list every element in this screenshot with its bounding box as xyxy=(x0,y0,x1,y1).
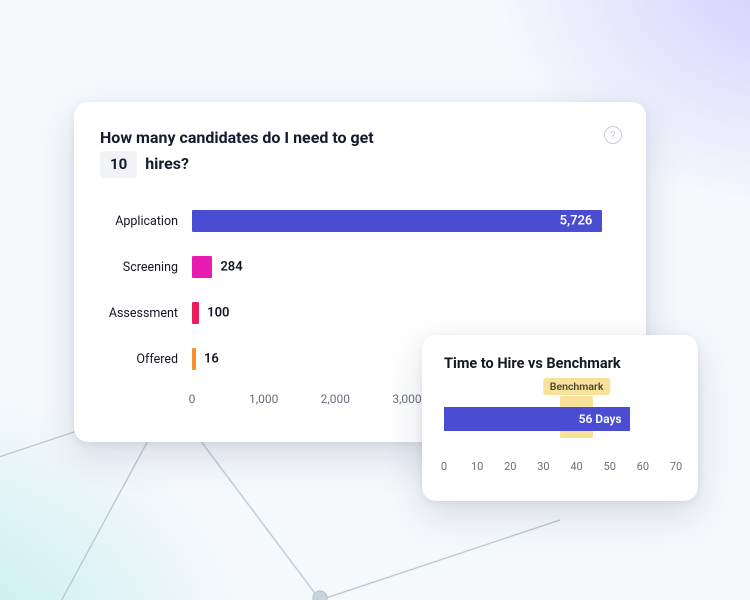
funnel-row: Screening 284 xyxy=(100,244,620,290)
axis-tick: 60 xyxy=(637,460,649,473)
funnel-bar xyxy=(192,302,199,324)
axis-tick: 0 xyxy=(441,460,447,473)
hires-count-input[interactable]: 10 xyxy=(100,151,137,178)
help-icon[interactable]: ? xyxy=(604,126,622,144)
axis-tick: 3,000 xyxy=(392,392,421,406)
funnel-row: Assessment 100 xyxy=(100,290,620,336)
time-to-hire-bar: 56 Days xyxy=(444,407,630,431)
funnel-bar-value: 5,726 xyxy=(560,214,593,229)
axis-tick: 1,000 xyxy=(249,392,278,406)
funnel-bar-value: 284 xyxy=(220,260,242,275)
benchmark-x-axis: 010203040506070 xyxy=(444,458,676,478)
time-to-hire-value: 56 Days xyxy=(579,412,622,426)
axis-tick: 40 xyxy=(570,460,582,473)
axis-tick: 2,000 xyxy=(321,392,350,406)
axis-tick: 50 xyxy=(604,460,616,473)
axis-tick: 30 xyxy=(537,460,549,473)
axis-tick: 10 xyxy=(471,460,483,473)
benchmark-chart: Benchmark 56 Days xyxy=(444,396,676,456)
benchmark-card: Time to Hire vs Benchmark Benchmark 56 D… xyxy=(422,335,698,501)
axis-tick: 0 xyxy=(189,392,196,406)
funnel-stage-label: Screening xyxy=(100,260,192,275)
title-prefix: How many candidates do I need to get xyxy=(100,128,374,147)
funnel-bar xyxy=(192,256,212,278)
funnel-bar-value: 16 xyxy=(204,352,219,367)
axis-tick: 20 xyxy=(504,460,516,473)
funnel-stage-label: Application xyxy=(100,214,192,229)
funnel-bar-value: 100 xyxy=(207,306,229,321)
funnel-row: Application 5,726 xyxy=(100,198,620,244)
funnel-bar: 5,726 xyxy=(192,210,602,232)
title-suffix: hires? xyxy=(145,154,189,173)
funnel-stage-label: Assessment xyxy=(100,306,192,321)
benchmark-range-label: Benchmark xyxy=(543,378,611,395)
axis-tick: 70 xyxy=(670,460,682,473)
funnel-bar xyxy=(192,348,196,370)
benchmark-title: Time to Hire vs Benchmark xyxy=(444,355,676,372)
funnel-title: How many candidates do I need to get 10 … xyxy=(100,126,450,178)
funnel-stage-label: Offered xyxy=(100,352,192,367)
